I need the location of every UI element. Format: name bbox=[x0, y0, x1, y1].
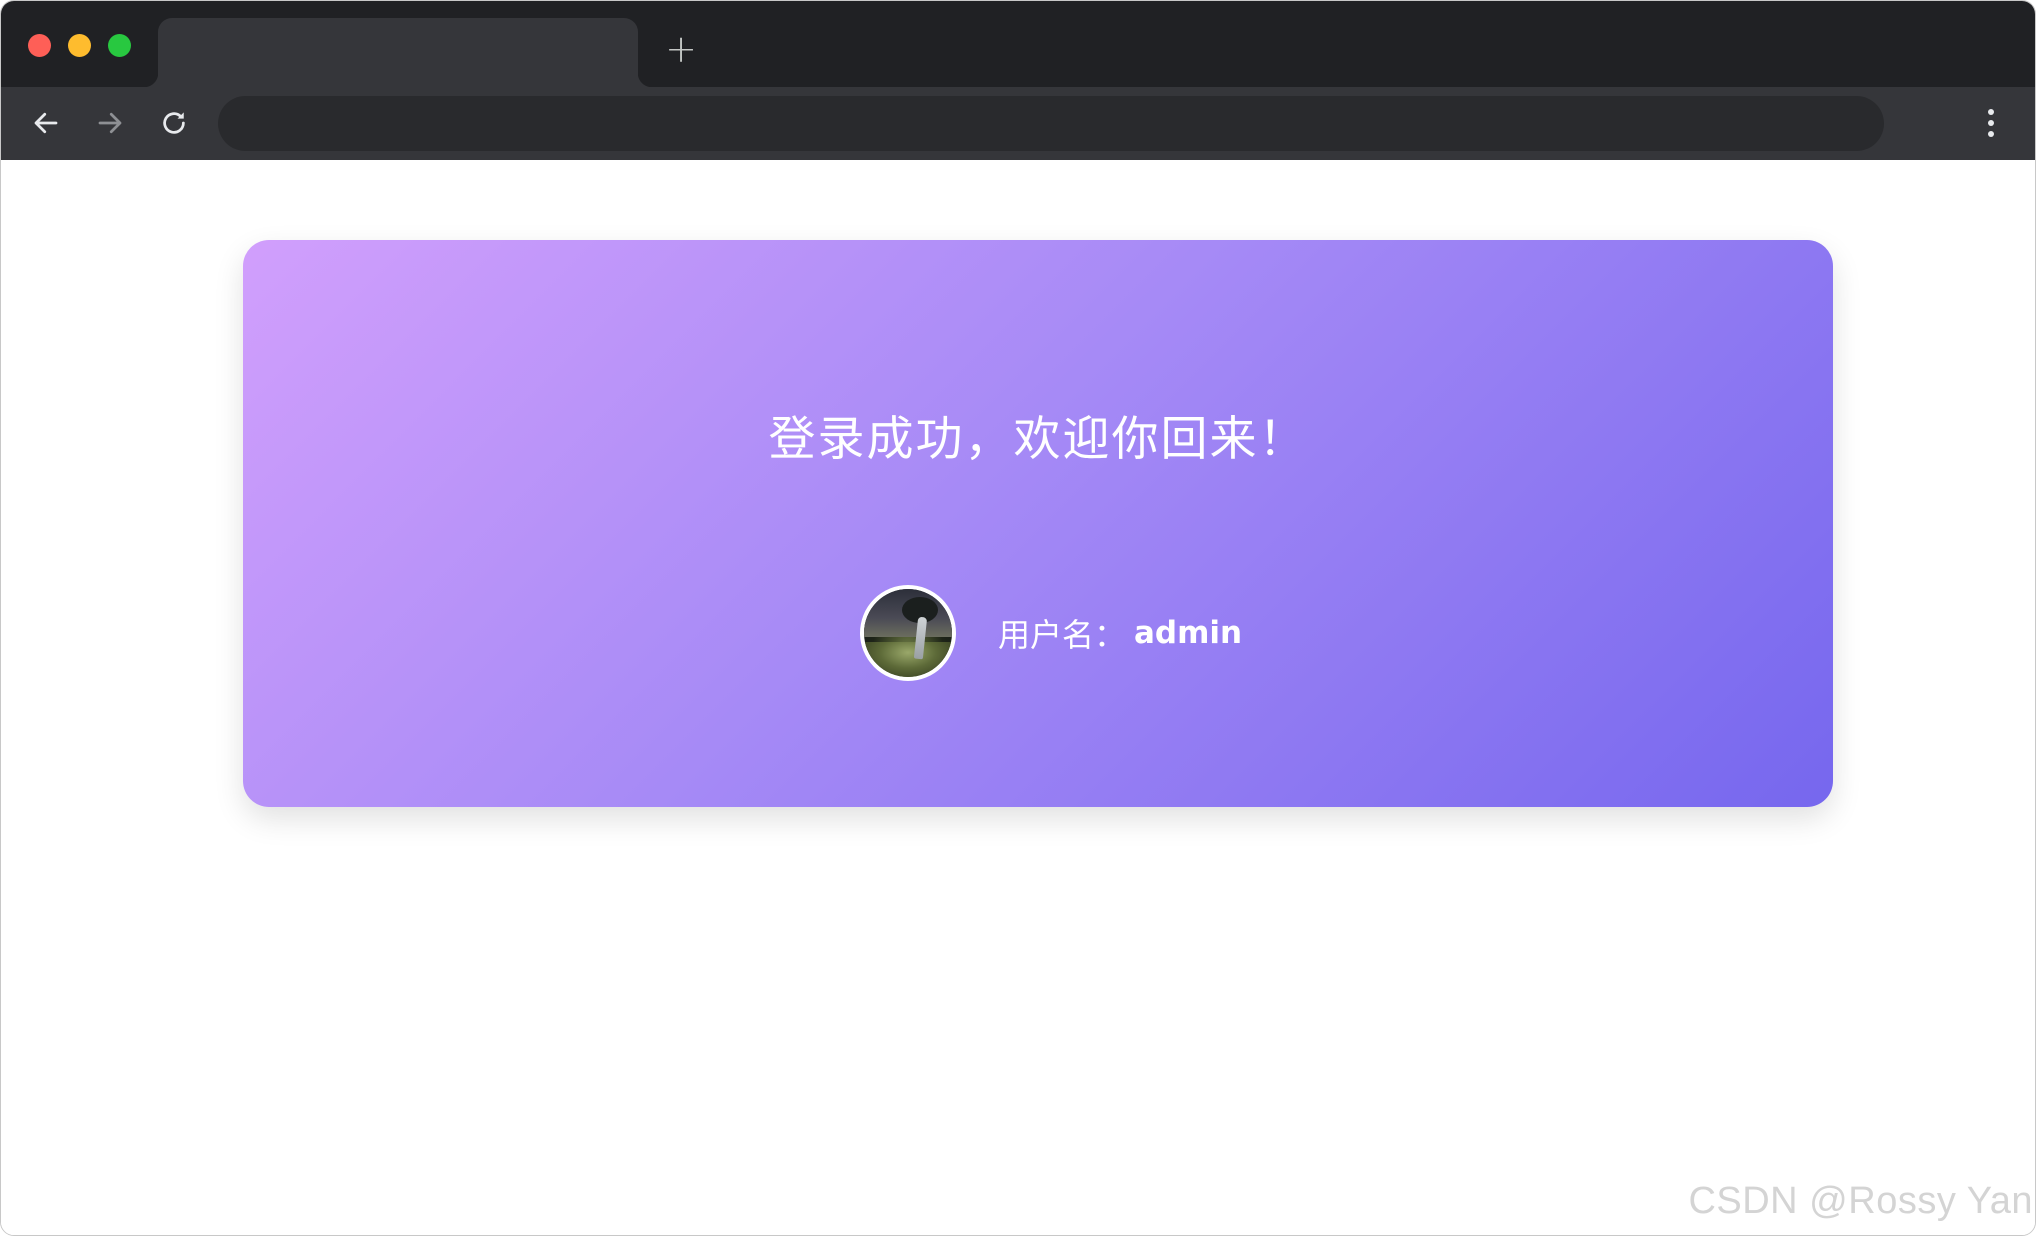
browser-window: + 登录成功，欢迎你回来！ 用户名： admin CSDN @Rossy Yan bbox=[0, 0, 2036, 1236]
forward-arrow-icon bbox=[98, 112, 122, 134]
username-value: admin bbox=[1134, 615, 1243, 651]
welcome-message: 登录成功，欢迎你回来！ bbox=[768, 412, 1308, 467]
back-button[interactable] bbox=[24, 101, 68, 145]
more-vert-icon[interactable] bbox=[1973, 101, 2009, 145]
welcome-card: 登录成功，欢迎你回来！ 用户名： admin bbox=[243, 240, 1833, 807]
window-close-button[interactable] bbox=[28, 34, 51, 57]
browser-tab[interactable] bbox=[144, 18, 652, 87]
new-tab-button[interactable]: + bbox=[663, 30, 699, 68]
browser-toolbar bbox=[1, 87, 2035, 160]
username-label: 用户名： bbox=[998, 616, 1127, 654]
forward-button[interactable] bbox=[88, 101, 132, 145]
window-minimize-button[interactable] bbox=[68, 34, 91, 57]
reload-button[interactable] bbox=[152, 101, 196, 145]
reload-icon bbox=[163, 112, 185, 134]
page-content: 登录成功，欢迎你回来！ 用户名： admin bbox=[1, 160, 2035, 1235]
watermark: CSDN @Rossy Yan bbox=[1688, 1180, 2033, 1222]
tab-strip: + bbox=[1, 1, 2035, 87]
back-arrow-icon bbox=[34, 112, 58, 134]
address-bar[interactable] bbox=[218, 96, 1884, 151]
window-maximize-button[interactable] bbox=[108, 34, 131, 57]
user-info: 用户名： admin bbox=[860, 585, 1242, 681]
avatar bbox=[860, 585, 956, 681]
